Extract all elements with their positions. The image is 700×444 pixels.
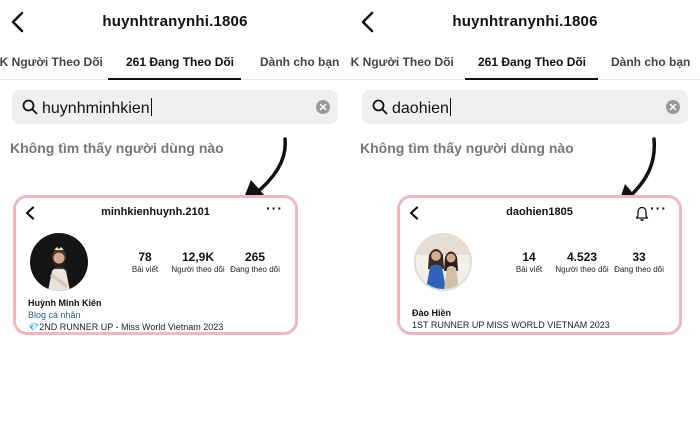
- tab-followers[interactable]: 5K Người Theo Dõi: [350, 55, 454, 69]
- search-input[interactable]: huynhminhkien: [42, 98, 153, 118]
- profile-link[interactable]: Blog cá nhân: [28, 310, 81, 320]
- profile-username: minhkienhuynh.2101: [101, 206, 210, 218]
- stat-posts[interactable]: 78 Bài viết: [120, 250, 170, 274]
- search-icon: [372, 99, 388, 115]
- posts-label: Bài viết: [515, 265, 543, 274]
- no-results-text: Không tìm thấy người dùng nào: [10, 140, 224, 156]
- clear-icon[interactable]: [316, 100, 330, 114]
- followers-label: Người theo dõi: [555, 265, 609, 274]
- search-bar[interactable]: daohien: [362, 90, 688, 124]
- tab-for-you[interactable]: Dành cho bạn: [611, 55, 690, 69]
- page-title: huynhtranynhi.1806: [452, 13, 598, 30]
- tab-underline: [465, 78, 598, 80]
- clear-icon[interactable]: [666, 100, 680, 114]
- text-caret: [449, 98, 452, 116]
- page-title: huynhtranynhi.1806: [102, 13, 248, 30]
- profile-bio: 💎2ND RUNNER UP - Miss World Vietnam 2023: [28, 322, 224, 332]
- posts-label: Bài viết: [131, 265, 159, 274]
- avatar[interactable]: [30, 233, 88, 291]
- followers-count: 12,9K: [181, 250, 215, 264]
- following-count: 265: [244, 250, 266, 264]
- profile-bio: 1ST RUNNER UP MISS WORLD VIETNAM 2023: [412, 320, 610, 330]
- profile-name: Huỳnh Minh Kiên: [28, 298, 102, 308]
- profile-card[interactable]: minhkienhuynh.2101 ··· 78 Bài viết 12,9K…: [13, 195, 298, 335]
- following-label: Đang theo dõi: [614, 265, 664, 274]
- tab-for-you[interactable]: Dành cho bạn: [260, 55, 339, 69]
- tab-underline: [108, 78, 241, 80]
- stat-followers[interactable]: 4.523 Người theo dõi: [552, 250, 612, 274]
- stat-following[interactable]: 33 Đang theo dõi: [609, 250, 669, 274]
- tab-bar: 5K Người Theo Dõi 261 Đang Theo Dõi Dành…: [0, 46, 350, 80]
- left-screenshot: huynhtranynhi.1806 5K Người Theo Dõi 261…: [0, 0, 350, 444]
- followers-label: Người theo dõi: [171, 265, 225, 274]
- stat-following[interactable]: 265 Đang theo dõi: [225, 250, 285, 274]
- search-value: daohien: [392, 100, 449, 117]
- posts-count: 14: [522, 250, 536, 264]
- stat-posts[interactable]: 14 Bài viết: [504, 250, 554, 274]
- search-bar[interactable]: huynhminhkien: [12, 90, 338, 124]
- following-label: Đang theo dõi: [230, 265, 280, 274]
- search-value: huynhminhkien: [42, 100, 150, 117]
- right-screenshot: huynhtranynhi.1806 5K Người Theo Dõi 261…: [350, 0, 700, 444]
- avatar[interactable]: [414, 233, 472, 291]
- posts-count: 78: [138, 250, 152, 264]
- arrow-icon: [243, 137, 287, 200]
- top-bar: huynhtranynhi.1806: [350, 0, 700, 44]
- no-results-text: Không tìm thấy người dùng nào: [360, 140, 574, 156]
- tab-bar: 5K Người Theo Dõi 261 Đang Theo Dõi Dành…: [350, 46, 700, 80]
- more-icon[interactable]: ···: [266, 200, 283, 216]
- following-count: 33: [632, 250, 646, 264]
- search-icon: [22, 99, 38, 115]
- tab-following[interactable]: 261 Đang Theo Dõi: [126, 55, 234, 69]
- more-icon[interactable]: ···: [650, 200, 667, 216]
- tab-following[interactable]: 261 Đang Theo Dõi: [478, 55, 586, 69]
- stat-followers[interactable]: 12,9K Người theo dõi: [168, 250, 228, 274]
- followers-count: 4.523: [566, 250, 598, 264]
- profile-card[interactable]: daohien1805 ··· 14 Bài viết 4.523 Người …: [397, 195, 682, 335]
- search-input[interactable]: daohien: [392, 98, 452, 118]
- tab-followers[interactable]: 5K Người Theo Dõi: [0, 55, 103, 69]
- profile-name: Đào Hiền: [412, 308, 452, 318]
- bell-icon[interactable]: [635, 206, 649, 222]
- text-caret: [150, 98, 153, 116]
- top-bar: huynhtranynhi.1806: [0, 0, 350, 44]
